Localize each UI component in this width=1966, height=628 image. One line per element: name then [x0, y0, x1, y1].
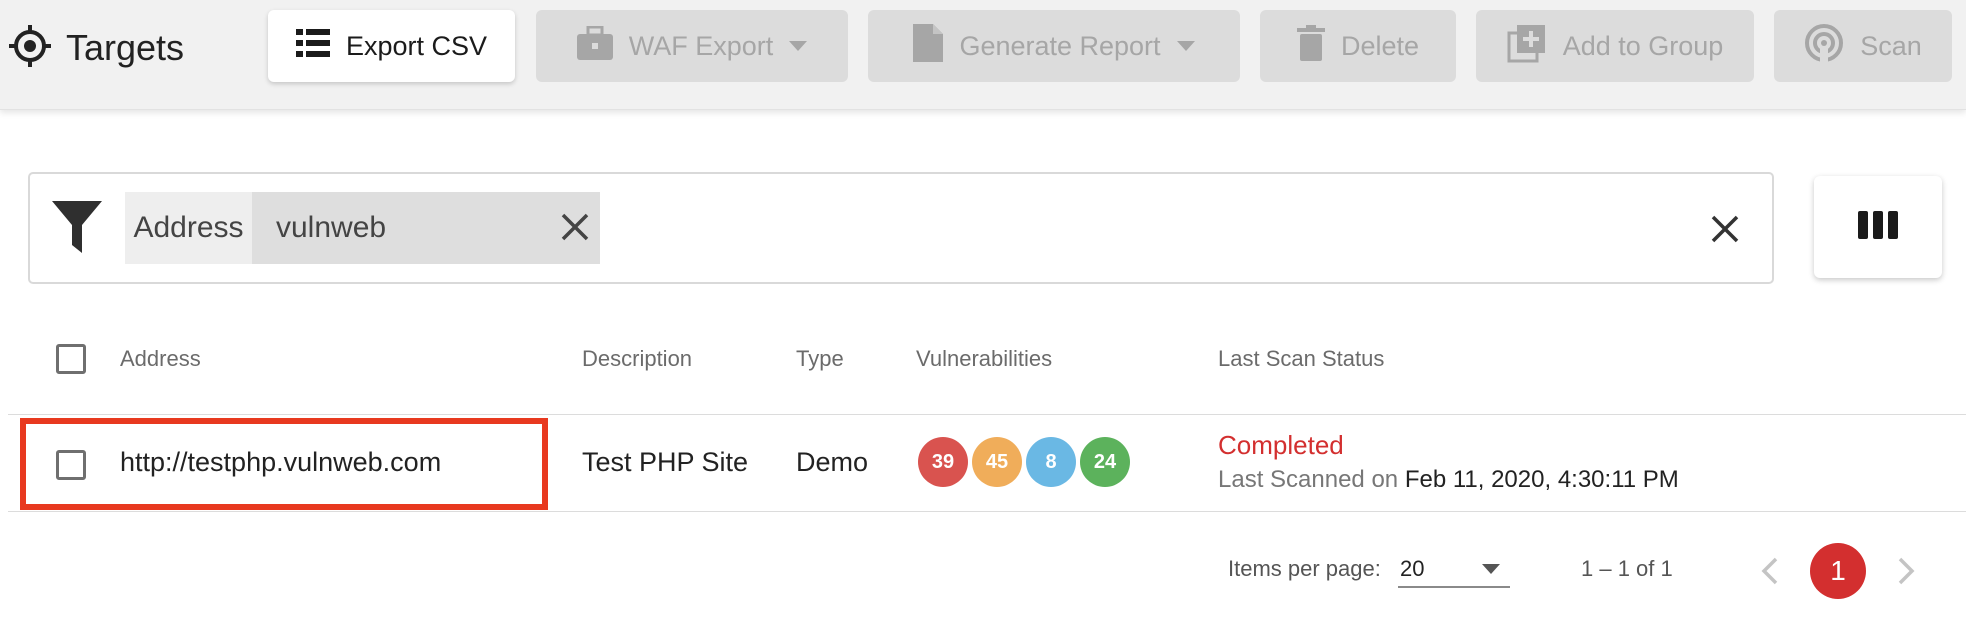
low-severity-badge[interactable]: 8: [1026, 437, 1076, 487]
column-header-description[interactable]: Description: [582, 346, 692, 372]
divider: [8, 511, 1966, 512]
page-title-text: Targets: [66, 27, 185, 68]
toolbar: Targets Export CSV WAF Export Generate R…: [0, 0, 1966, 110]
radar-icon: [1804, 23, 1844, 70]
add-to-group-icon: [1507, 23, 1547, 70]
items-per-page-select[interactable]: 20: [1398, 548, 1510, 588]
column-header-vulnerabilities[interactable]: Vulnerabilities: [916, 346, 1052, 372]
delete-button[interactable]: Delete: [1260, 10, 1456, 82]
chevron-down-icon: [789, 41, 808, 51]
columns-icon: [1858, 210, 1898, 244]
trash-icon: [1296, 24, 1325, 68]
current-page-button[interactable]: 1: [1810, 543, 1866, 599]
divider: [8, 414, 1966, 415]
filter-chip-value[interactable]: vulnweb: [252, 192, 600, 264]
filter-chip-key: Address: [125, 192, 252, 264]
status-completed: Completed: [1218, 430, 1344, 460]
last-scanned-date: Feb 11, 2020, 4:30:11 PM: [1404, 466, 1679, 493]
clear-filters-close-icon[interactable]: [1710, 214, 1740, 249]
items-per-page-label: Items per page:: [1228, 556, 1381, 581]
generate-report-label: Generate Report: [959, 30, 1161, 61]
row-type: Demo: [796, 447, 869, 477]
last-scanned-prefix: Last Scanned on: [1218, 466, 1399, 493]
add-to-group-label: Add to Group: [1562, 30, 1724, 61]
next-page-chevron-right-icon[interactable]: [1896, 556, 1916, 591]
info-severity-badge[interactable]: 24: [1080, 437, 1130, 487]
remove-filter-chip-close-icon[interactable]: [560, 212, 590, 247]
column-header-last-scan-status[interactable]: Last Scan Status: [1218, 346, 1384, 372]
scan-button[interactable]: Scan: [1774, 10, 1952, 82]
list-icon: [295, 28, 330, 64]
scan-label: Scan: [1860, 30, 1922, 61]
pagination-range: 1 – 1 of 1: [1581, 556, 1673, 581]
select-all-checkbox[interactable]: [56, 344, 86, 374]
row-description: Test PHP Site: [582, 447, 749, 477]
page-title: Targets: [8, 20, 184, 76]
column-header-type[interactable]: Type: [796, 346, 844, 372]
medium-severity-badge[interactable]: 45: [972, 437, 1022, 487]
add-to-group-button[interactable]: Add to Group: [1476, 10, 1754, 82]
column-header-address[interactable]: Address: [120, 346, 201, 372]
previous-page-chevron-left-icon[interactable]: [1760, 556, 1780, 591]
filter-icon: [52, 201, 102, 258]
waf-export-label: WAF Export: [628, 30, 774, 61]
briefcase-icon: [576, 25, 613, 67]
crosshair-icon: [8, 24, 52, 73]
export-csv-button[interactable]: Export CSV: [268, 10, 515, 82]
document-icon: [913, 23, 944, 69]
delete-label: Delete: [1340, 30, 1420, 61]
export-csv-label: Export CSV: [345, 30, 488, 61]
row-highlight-box: [20, 418, 548, 510]
column-settings-button[interactable]: [1814, 176, 1942, 278]
waf-export-button[interactable]: WAF Export: [536, 10, 848, 82]
high-severity-badge[interactable]: 39: [918, 437, 968, 487]
chevron-down-icon: [1482, 564, 1500, 574]
items-per-page-value: 20: [1400, 556, 1425, 581]
generate-report-button[interactable]: Generate Report: [868, 10, 1240, 82]
last-scanned-info: Last Scanned on Feb 11, 2020, 4:30:11 PM: [1218, 466, 1679, 494]
chevron-down-icon: [1176, 41, 1195, 51]
